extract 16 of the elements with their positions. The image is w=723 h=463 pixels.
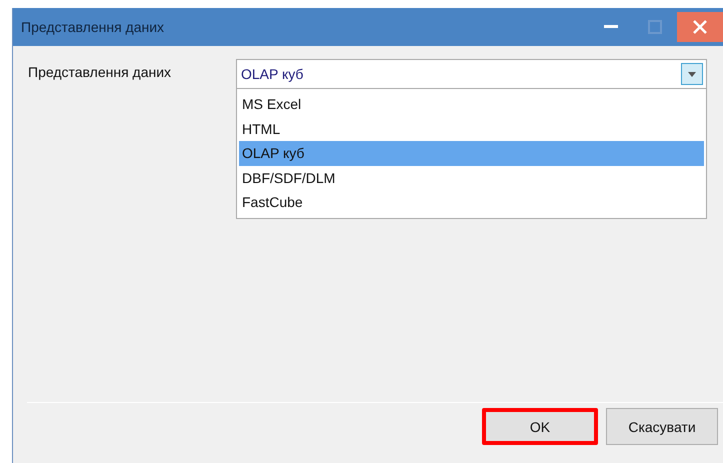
- list-option[interactable]: MS Excel: [239, 92, 704, 117]
- close-icon: [692, 19, 708, 35]
- close-button[interactable]: [677, 12, 723, 42]
- dropdown-button[interactable]: [681, 63, 703, 85]
- list-option[interactable]: FastCube: [239, 190, 704, 215]
- maximize-icon: [648, 20, 662, 34]
- ok-button[interactable]: OK: [482, 408, 598, 445]
- list-option[interactable]: OLAP куб: [239, 141, 704, 166]
- caret-icon: [688, 72, 696, 76]
- minimize-icon: [604, 25, 618, 29]
- field-label: Представлення даних: [28, 64, 172, 82]
- dropdown-field[interactable]: OLAP куб: [236, 59, 707, 89]
- list-option[interactable]: DBF/SDF/DLM: [239, 166, 704, 190]
- cancel-button[interactable]: Скасувати: [606, 408, 718, 445]
- window-title: Представлення даних: [21, 19, 166, 35]
- list-option[interactable]: HTML: [239, 116, 704, 142]
